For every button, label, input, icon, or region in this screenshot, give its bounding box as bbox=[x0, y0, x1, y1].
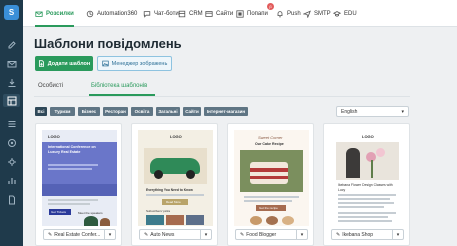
preview-button: Read More bbox=[166, 200, 181, 204]
chart-icon[interactable] bbox=[5, 174, 18, 187]
app-logo[interactable]: S bbox=[4, 5, 19, 20]
nav-label: Сайти bbox=[216, 10, 234, 17]
nav-label: Automation360 bbox=[97, 10, 138, 17]
template-name: Food Blogger bbox=[246, 231, 277, 238]
preview-caption: Meet the speakers bbox=[78, 211, 103, 215]
add-template-button[interactable]: Додати шаблон bbox=[35, 56, 93, 71]
template-preview: LOGO Everything You Need to Know Read Mo… bbox=[138, 130, 213, 226]
pencil-icon: ✎ bbox=[48, 231, 53, 238]
add-file-icon bbox=[38, 60, 44, 67]
preview-headline: Everything You Need to Know bbox=[146, 188, 193, 192]
target-icon[interactable] bbox=[5, 136, 18, 149]
template-name: Ikebana Shop bbox=[342, 231, 374, 238]
nav-label: Push bbox=[287, 10, 301, 17]
template-name-button[interactable]: ✎ Real Estate Confer... ▾ bbox=[43, 229, 116, 240]
edit-icon[interactable] bbox=[5, 38, 18, 51]
tabs-divider bbox=[34, 96, 410, 97]
nav-label: EDU bbox=[344, 10, 357, 17]
template-name: Real Estate Confer... bbox=[54, 231, 101, 238]
nav-label: Чат-боти bbox=[154, 10, 179, 17]
preview-brand: LOGO bbox=[48, 134, 60, 139]
chevron-down-icon[interactable]: ▾ bbox=[392, 230, 403, 239]
sites-icon bbox=[205, 10, 213, 17]
template-name-button[interactable]: ✎ Food Blogger ▾ bbox=[235, 229, 308, 240]
preview-caption: Subscribers' picks bbox=[146, 209, 171, 213]
preview-brand: LOGO bbox=[362, 134, 374, 139]
preview-headline: Our Cake Recipe bbox=[255, 142, 284, 146]
nav-label: CRM bbox=[189, 10, 203, 17]
nav-crm[interactable]: CRM bbox=[178, 0, 203, 27]
download-icon[interactable] bbox=[5, 76, 18, 89]
chat-icon bbox=[143, 10, 151, 18]
template-name-button[interactable]: ✎ Auto News ▾ bbox=[139, 229, 212, 240]
nav-label: Попапи bbox=[247, 10, 268, 17]
image-manager-button[interactable]: Менеджер зображень bbox=[97, 56, 172, 71]
chevron-down-icon[interactable]: ▾ bbox=[104, 230, 115, 239]
nav-popups[interactable]: Попапи β bbox=[236, 0, 274, 27]
nav-smtp[interactable]: SMTP bbox=[303, 0, 331, 27]
template-preview: LOGO International Conference on Luxury … bbox=[42, 130, 117, 226]
mail-icon[interactable] bbox=[5, 57, 18, 70]
chip-tourism[interactable]: Туризм bbox=[50, 107, 75, 116]
settings-icon[interactable] bbox=[5, 155, 18, 168]
preview-headline: Ikebana Flower Design Classes with Lucy bbox=[338, 183, 393, 192]
nav-push[interactable]: Push bbox=[276, 0, 301, 27]
chip-all[interactable]: Всі bbox=[35, 107, 47, 116]
top-navigation: Розсилки Automation360 Чат-боти CRM Сайт… bbox=[23, 0, 457, 27]
graduation-icon bbox=[333, 10, 341, 17]
template-preview: Sweet Corner Our Cake Recipe Get the rec… bbox=[234, 130, 309, 226]
language-select[interactable]: English ▾ bbox=[336, 106, 409, 117]
chip-restaurant[interactable]: Ресторан bbox=[103, 107, 128, 116]
mail-icon bbox=[35, 11, 43, 17]
preview-button: Get Tickets bbox=[51, 210, 67, 214]
smtp-icon bbox=[303, 9, 311, 18]
preview-brand: LOGO bbox=[170, 134, 182, 139]
language-value: English bbox=[341, 108, 358, 115]
chip-business[interactable]: Бізнес bbox=[78, 107, 100, 116]
document-icon[interactable] bbox=[5, 193, 18, 206]
chip-online-store[interactable]: Інтернет-магазин bbox=[204, 107, 248, 116]
pencil-icon: ✎ bbox=[144, 231, 149, 238]
bell-icon bbox=[277, 10, 283, 17]
nav-chatbots[interactable]: Чат-боти bbox=[143, 0, 179, 27]
crm-icon bbox=[178, 10, 186, 17]
template-card-food-blogger[interactable]: Sweet Corner Our Cake Recipe Get the rec… bbox=[227, 123, 314, 246]
image-manager-label: Менеджер зображень bbox=[111, 60, 168, 67]
template-name: Auto News bbox=[150, 231, 175, 238]
nav-edu[interactable]: EDU bbox=[333, 0, 357, 27]
chevron-down-icon[interactable]: ▾ bbox=[200, 230, 211, 239]
list-icon[interactable] bbox=[5, 117, 18, 130]
template-name-button[interactable]: ✎ Ikebana Shop ▾ bbox=[331, 229, 404, 240]
template-preview: LOGO Ikebana Flower Design Classes with … bbox=[330, 130, 405, 226]
pencil-icon: ✎ bbox=[336, 231, 341, 238]
preview-brand: Sweet Corner bbox=[258, 135, 283, 140]
chevron-down-icon[interactable]: ▾ bbox=[296, 230, 307, 239]
sidebar: S bbox=[0, 0, 23, 246]
preview-button: Get the recipe bbox=[259, 206, 278, 210]
template-card-auto-news[interactable]: LOGO Everything You Need to Know Read Mo… bbox=[131, 123, 218, 246]
tab-personal[interactable]: Особисті bbox=[38, 83, 63, 89]
nav-automation[interactable]: Automation360 bbox=[86, 0, 137, 27]
nav-sites[interactable]: Сайти bbox=[205, 0, 233, 27]
nav-mailings[interactable]: Розсилки bbox=[35, 0, 74, 27]
nav-label: SMTP bbox=[314, 10, 331, 17]
tab-template-library[interactable]: Бібліотека шаблонів bbox=[91, 83, 147, 89]
chevron-down-icon: ▾ bbox=[401, 108, 404, 115]
popup-icon bbox=[236, 9, 244, 18]
automation-icon bbox=[86, 10, 94, 17]
chip-sites[interactable]: Сайти bbox=[183, 107, 201, 116]
page-title: Шаблони повідомлень bbox=[34, 36, 182, 51]
chip-general[interactable]: Загальні bbox=[156, 107, 180, 116]
add-template-label: Додати шаблон bbox=[47, 60, 91, 67]
preview-headline: International Conference on Luxury Real … bbox=[48, 145, 96, 154]
chip-education[interactable]: Освіта bbox=[131, 107, 153, 116]
template-card-ikebana-shop[interactable]: LOGO Ikebana Flower Design Classes with … bbox=[323, 123, 410, 246]
template-card-real-estate[interactable]: LOGO International Conference on Luxury … bbox=[35, 123, 122, 246]
pencil-icon: ✎ bbox=[240, 231, 245, 238]
templates-icon[interactable] bbox=[3, 94, 20, 107]
beta-badge: β bbox=[267, 3, 274, 10]
nav-label: Розсилки bbox=[46, 10, 74, 17]
image-icon bbox=[102, 60, 109, 67]
